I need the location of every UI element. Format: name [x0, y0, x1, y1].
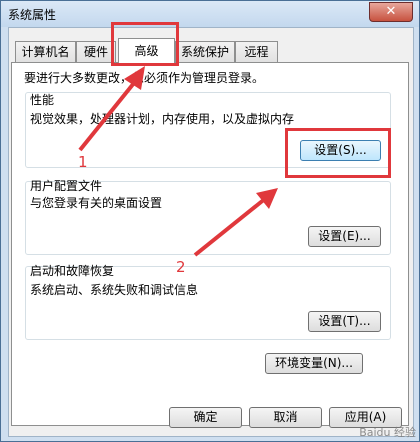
watermark: Baidu 经验 — [359, 426, 416, 439]
arrow-to-settings-button — [193, 196, 268, 257]
annotation-arrows — [78, 66, 278, 257]
arrow-head-icon — [124, 66, 145, 90]
tab-advanced[interactable]: 高级 — [118, 38, 175, 63]
annotation-step-1: 1 — [78, 153, 88, 171]
arrow-to-advanced-tab — [78, 76, 140, 152]
annotation-step-2: 2 — [176, 258, 186, 276]
